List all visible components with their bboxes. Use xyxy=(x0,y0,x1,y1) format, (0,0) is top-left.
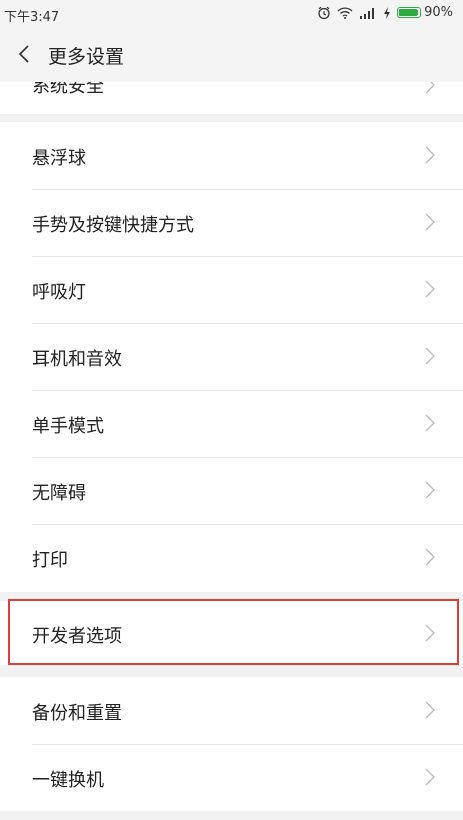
battery-icon xyxy=(397,7,422,18)
settings-item-gestures-shortcuts[interactable]: 手势及按键快捷方式 xyxy=(0,189,463,256)
chevron-right-icon xyxy=(425,624,435,642)
settings-item-label: 呼吸灯 xyxy=(32,282,86,303)
wifi-icon xyxy=(337,6,353,19)
settings-item-one-handed-mode[interactable]: 单手模式 xyxy=(0,390,463,457)
settings-group-2: 开发者选项 xyxy=(0,601,463,665)
settings-item-system-security[interactable]: 系统安全 xyxy=(0,82,463,114)
header-bar: 更多设置 xyxy=(0,28,463,82)
settings-item-label: 单手模式 xyxy=(32,416,104,437)
settings-item-label: 手势及按键快捷方式 xyxy=(32,215,194,236)
chevron-right-icon xyxy=(425,548,435,566)
chevron-right-icon xyxy=(425,347,435,365)
charging-icon xyxy=(383,6,391,19)
chevron-right-icon xyxy=(425,146,435,164)
settings-item-label: 无障碍 xyxy=(32,483,86,504)
settings-group-1: 悬浮球 手势及按键快捷方式 呼吸灯 耳机和音效 单手模式 无障碍 打印 xyxy=(0,122,463,592)
chevron-right-icon xyxy=(425,280,435,298)
chevron-right-icon xyxy=(425,701,435,719)
chevron-left-icon xyxy=(18,45,29,63)
chevron-right-icon xyxy=(425,82,435,94)
signal-icon xyxy=(359,7,377,19)
settings-item-notification-light[interactable]: 呼吸灯 xyxy=(0,256,463,323)
battery-percent: 90% xyxy=(424,5,453,20)
settings-item-label: 系统安全 xyxy=(32,82,104,97)
chevron-right-icon xyxy=(425,414,435,432)
settings-item-printing[interactable]: 打印 xyxy=(0,524,463,591)
settings-item-label: 一键换机 xyxy=(32,770,104,791)
status-icons: 90% xyxy=(317,5,453,20)
settings-item-floating-ball[interactable]: 悬浮球 xyxy=(0,122,463,189)
alarm-icon xyxy=(317,6,331,20)
settings-item-phone-migration[interactable]: 一键换机 xyxy=(0,744,463,811)
settings-item-label: 耳机和音效 xyxy=(32,349,122,370)
settings-item-label: 备份和重置 xyxy=(32,703,122,724)
settings-item-headphones-audio[interactable]: 耳机和音效 xyxy=(0,323,463,390)
page-title: 更多设置 xyxy=(48,46,125,68)
status-bar: 下午3:47 90% xyxy=(0,0,463,28)
back-button[interactable] xyxy=(10,39,38,69)
settings-group-3: 备份和重置 一键换机 xyxy=(0,677,463,811)
chevron-right-icon xyxy=(425,213,435,231)
settings-item-accessibility[interactable]: 无障碍 xyxy=(0,457,463,524)
settings-item-label: 打印 xyxy=(32,550,68,571)
settings-item-label: 悬浮球 xyxy=(32,148,86,169)
chevron-right-icon xyxy=(425,481,435,499)
chevron-right-icon xyxy=(425,768,435,786)
settings-item-developer-options[interactable]: 开发者选项 xyxy=(0,601,463,665)
settings-item-label: 开发者选项 xyxy=(32,626,122,647)
status-time: 下午3:47 xyxy=(4,10,60,25)
settings-item-backup-reset[interactable]: 备份和重置 xyxy=(0,677,463,744)
